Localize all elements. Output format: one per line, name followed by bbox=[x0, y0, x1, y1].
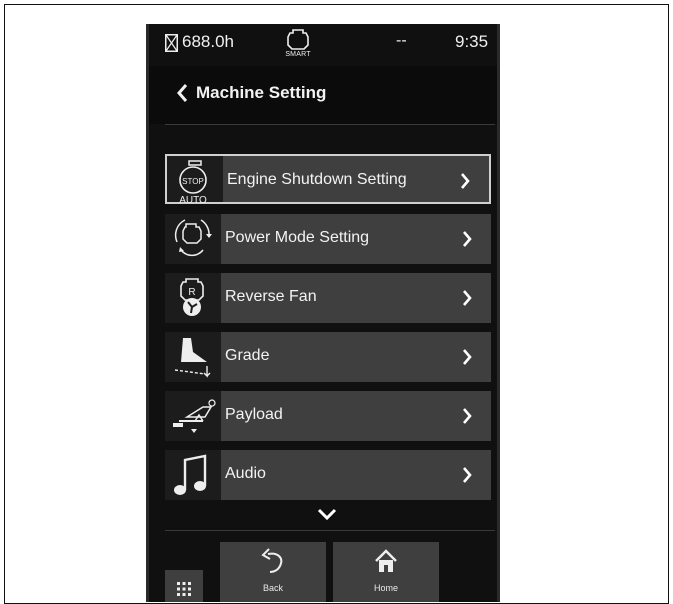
chevron-right-icon bbox=[463, 290, 472, 306]
clock: 9:35 bbox=[455, 32, 489, 51]
payload-icon bbox=[165, 391, 221, 441]
apps-menu-button[interactable] bbox=[165, 570, 203, 602]
home-icon bbox=[375, 549, 397, 572]
page-title: Machine Setting bbox=[196, 83, 327, 102]
home-button-label: Home bbox=[373, 583, 398, 593]
chevron-right-icon bbox=[463, 467, 472, 483]
scroll-down-chevron-icon[interactable] bbox=[316, 507, 338, 521]
chevron-right-icon bbox=[463, 349, 472, 365]
engine-auto-stop-icon: STOP AUTO bbox=[167, 156, 223, 206]
svg-text:STOP: STOP bbox=[182, 177, 204, 186]
menu-item-label: Reverse Fan bbox=[225, 288, 317, 305]
undo-arrow-icon bbox=[261, 548, 283, 573]
hour-meter-icon bbox=[165, 34, 178, 52]
menu-item-label: Grade bbox=[225, 347, 270, 364]
grid-icon bbox=[177, 582, 191, 596]
menu-item-grade[interactable]: Grade bbox=[165, 332, 491, 382]
grade-icon bbox=[165, 332, 221, 382]
chevron-right-icon bbox=[463, 408, 472, 424]
audio-icon bbox=[165, 450, 221, 500]
title-bar: Machine Setting bbox=[149, 66, 497, 124]
menu-item-label: Payload bbox=[225, 406, 283, 423]
display-screen: 688.0h SMART -- 9:35 Machine Setting STO… bbox=[146, 24, 500, 602]
menu-item-label: Audio bbox=[225, 465, 266, 482]
chevron-right-icon bbox=[461, 173, 470, 189]
divider bbox=[165, 530, 495, 531]
power-mode-icon bbox=[165, 214, 221, 264]
smart-mode-label: SMART bbox=[285, 51, 311, 58]
home-button[interactable]: Home bbox=[333, 542, 439, 602]
svg-text:AUTO: AUTO bbox=[179, 195, 207, 206]
chevron-right-icon bbox=[463, 231, 472, 247]
back-button[interactable]: Back bbox=[220, 542, 326, 602]
menu-item-engine-shutdown[interactable]: STOP AUTO Engine Shutdown Setting bbox=[165, 154, 491, 206]
svg-text:R: R bbox=[188, 287, 195, 298]
back-button-label: Back bbox=[262, 583, 283, 593]
menu-item-audio[interactable]: Audio bbox=[165, 450, 491, 500]
smart-mode-indicator: SMART bbox=[281, 27, 315, 58]
back-chevron-icon[interactable] bbox=[175, 82, 189, 104]
status-bar: 688.0h SMART -- 9:35 bbox=[149, 24, 497, 66]
menu-item-reverse-fan[interactable]: R Reverse Fan bbox=[165, 273, 491, 323]
engine-icon bbox=[287, 29, 309, 50]
reverse-fan-icon: R bbox=[165, 273, 221, 323]
menu-item-label: Power Mode Setting bbox=[225, 229, 370, 246]
menu-item-label: Engine Shutdown Setting bbox=[227, 171, 407, 188]
divider bbox=[165, 124, 495, 125]
menu-item-payload[interactable]: Payload bbox=[165, 391, 491, 441]
hour-meter-value: 688.0h bbox=[182, 32, 234, 51]
status-placeholder: -- bbox=[396, 32, 407, 49]
menu-item-power-mode[interactable]: Power Mode Setting bbox=[165, 214, 491, 264]
